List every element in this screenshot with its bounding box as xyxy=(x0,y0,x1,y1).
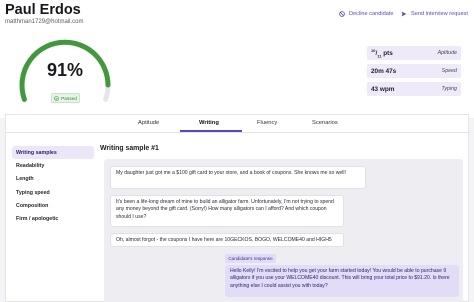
send-icon xyxy=(401,11,407,16)
chat-transcript: My daughter just got me a $100 gift card… xyxy=(104,159,463,302)
writing-sample-content: Writing sample #1 My daughter just got m… xyxy=(100,145,465,302)
decline-candidate-button[interactable]: Decline candidate xyxy=(339,9,393,18)
send-interview-label: Send interview request xyxy=(411,10,468,17)
active-tab-indicator xyxy=(180,130,242,132)
stat-speed: 20m 47s Speed xyxy=(367,64,461,78)
candidate-header: Paul Erdos matthman1729@hotmail.com Decl… xyxy=(0,0,474,118)
writing-sidebar: Writing samples Readability Length Typin… xyxy=(12,146,94,226)
stat-aptitude-value: 10/11 pts xyxy=(371,47,393,59)
tab-bar: Aptitude Writing Fluency Scenarios xyxy=(6,115,470,133)
decline-candidate-label: Decline candidate xyxy=(349,10,394,17)
passed-badge: Passed xyxy=(51,93,80,103)
stat-speed-value: 20m 47s xyxy=(371,67,397,75)
customer-message: It's been a life-long dream of mine to b… xyxy=(110,195,344,227)
sidebar-item-writing-samples[interactable]: Writing samples xyxy=(12,146,94,159)
stat-typing: 43 wpm Typing xyxy=(367,82,461,96)
results-panel: Aptitude Writing Fluency Scenarios Writi… xyxy=(5,114,470,302)
candidate-response-tag: Candidate's response xyxy=(225,254,276,263)
customer-message: Oh, almost forgot - the coupons I have h… xyxy=(110,233,344,247)
tab-aptitude[interactable]: Aptitude xyxy=(138,120,159,126)
block-icon xyxy=(339,10,345,17)
sidebar-item-readability[interactable]: Readability xyxy=(12,159,94,172)
candidate-name: Paul Erdos xyxy=(5,2,81,18)
customer-message: My daughter just got me a $100 gift card… xyxy=(110,166,366,189)
sidebar-item-composition[interactable]: Composition xyxy=(12,200,94,213)
stat-speed-label: Speed xyxy=(441,68,457,74)
tab-writing[interactable]: Writing xyxy=(199,120,219,126)
passed-badge-label: Passed xyxy=(61,95,77,101)
stat-aptitude: 10/11 pts Aptitude xyxy=(367,46,461,60)
send-interview-request-button[interactable]: Send interview request xyxy=(401,9,468,18)
stat-aptitude-label: Aptitude xyxy=(437,50,457,56)
sidebar-item-firm-apologetic[interactable]: Firm / apologetic xyxy=(12,213,94,226)
tab-fluency[interactable]: Fluency xyxy=(257,120,277,126)
stat-typing-label: Typing xyxy=(441,86,457,92)
stat-typing-value: 43 wpm xyxy=(371,85,395,93)
sample-title: Writing sample #1 xyxy=(100,145,159,152)
candidate-response-message: Hello Kelly! I'm excited to help you get… xyxy=(225,265,459,297)
tab-scenarios[interactable]: Scenarios xyxy=(312,120,338,126)
candidate-email: matthman1729@hotmail.com xyxy=(5,19,84,25)
check-circle-icon xyxy=(54,95,59,101)
score-percent: 91% xyxy=(46,60,84,80)
sidebar-item-typing-speed[interactable]: Typing speed xyxy=(12,186,94,199)
sidebar-item-length[interactable]: Length xyxy=(12,173,94,186)
